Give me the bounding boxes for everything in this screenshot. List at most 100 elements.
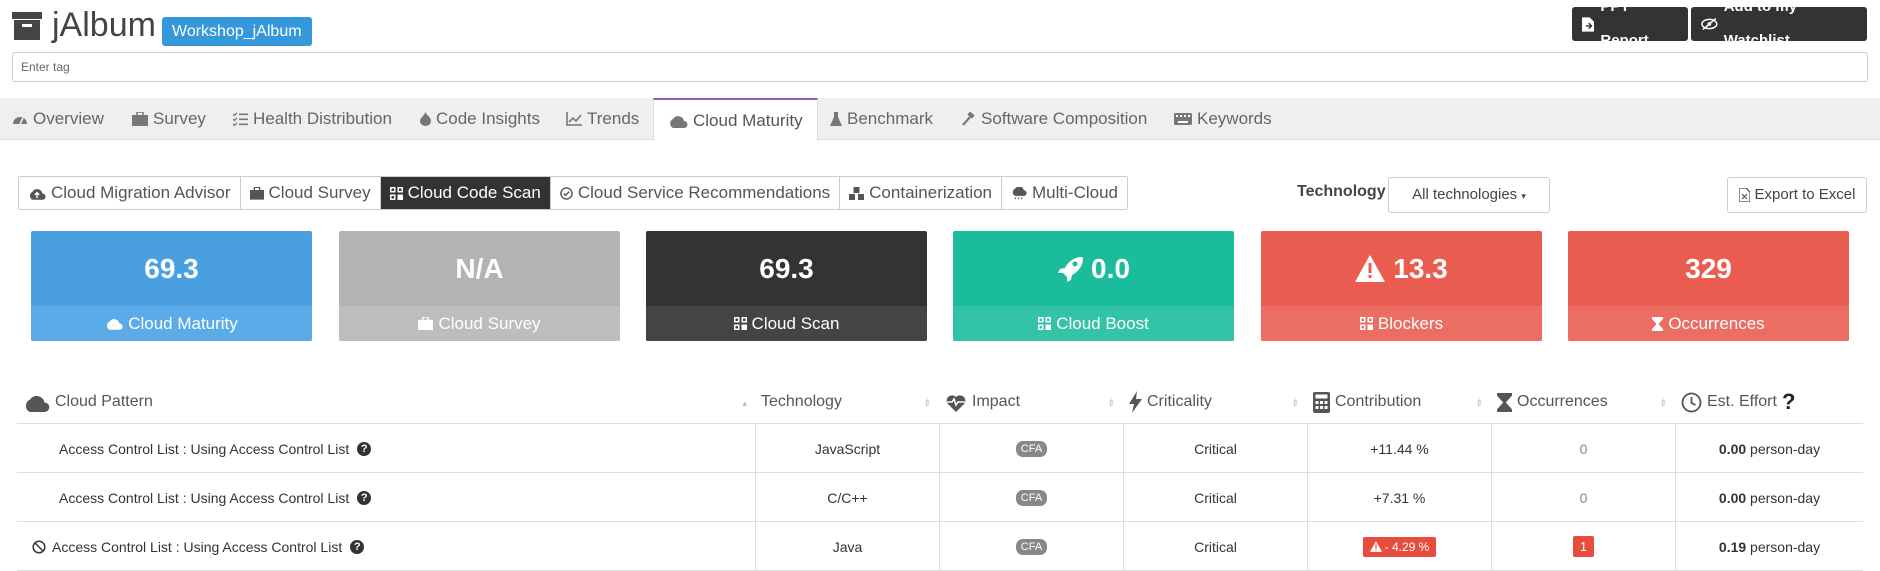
tab-overview[interactable]: Overview [12, 98, 104, 140]
question-icon[interactable]: ? [1782, 389, 1795, 415]
cell-effort: 0.19 person-day [1675, 522, 1863, 571]
tab-software-composition[interactable]: Software Composition [962, 98, 1147, 140]
cell-contribution: - 4.29 % [1307, 522, 1491, 571]
tab-keywords[interactable]: Keywords [1174, 98, 1272, 140]
kpi-cloud-boost: 0.0 Cloud Boost [953, 231, 1234, 341]
watchlist-label: Add to my Watchlist [1723, 0, 1798, 49]
qrcode-icon [733, 317, 747, 330]
tab-health-distribution[interactable]: Health Distribution [233, 98, 392, 140]
kpi-cloud-scan: 69.3 Cloud Scan [646, 231, 927, 341]
tab-label: Trends [587, 109, 640, 128]
contribution-value: - 4.29 % [1384, 539, 1430, 554]
main-tabs: Overview Survey Health Distribution Code… [0, 98, 1880, 141]
export-excel-label: Export to Excel [1754, 186, 1856, 203]
ppt-report-label: PPT Report [1600, 0, 1649, 49]
col-impact[interactable]: Impact ⇕ [939, 380, 1123, 424]
col-occurrences[interactable]: Occurrences ⇕ [1491, 380, 1675, 424]
cloud-pattern-table: Cloud Pattern ▴ Technology ⇕ Impact ⇕ Cr… [17, 380, 1863, 571]
export-excel-button[interactable]: Export to Excel [1727, 177, 1867, 213]
eye-slash-icon [1701, 17, 1718, 31]
help-icon[interactable]: ? [350, 539, 365, 554]
help-icon[interactable]: ? [357, 441, 372, 456]
effort-value: 0.19 [1718, 538, 1747, 555]
sort-icon: ⇕ [923, 398, 931, 408]
ban-icon [32, 539, 46, 554]
impact-badge: CFA [1015, 440, 1048, 457]
help-icon[interactable]: ? [357, 490, 372, 505]
table-row[interactable]: Access Control List : Using Access Contr… [17, 522, 1863, 571]
kpi-value: 13.3 [1393, 252, 1448, 284]
cell-contribution: +11.44 % [1307, 424, 1491, 473]
cell-impact: CFA [939, 522, 1123, 571]
subtab-cloud-code-scan[interactable]: Cloud Code Scan [380, 177, 551, 209]
cloud-subtabs: Cloud Migration Advisor Cloud Survey Clo… [18, 176, 1128, 210]
subtab-label: Cloud Service Recommendations [577, 183, 831, 202]
technology-label: Technology : [1297, 183, 1396, 200]
cloud-icon [107, 319, 123, 330]
cell-effort: 0.00 person-day [1675, 424, 1863, 473]
subtab-multi-cloud[interactable]: Multi-Cloud [1002, 177, 1127, 209]
tab-benchmark[interactable]: Benchmark [830, 98, 933, 140]
hourglass-icon [1497, 392, 1512, 412]
hammer-icon [962, 112, 975, 126]
subtab-containerization[interactable]: Containerization [840, 177, 1003, 209]
qrcode-icon [1038, 317, 1052, 330]
tab-survey[interactable]: Survey [132, 98, 206, 140]
effort-unit: person-day [1750, 489, 1821, 506]
project-badge[interactable]: Workshop_jAlbum [162, 17, 312, 46]
effort-unit: person-day [1750, 538, 1821, 555]
column-label: Occurrences [1517, 393, 1608, 410]
list-check-icon [233, 112, 248, 126]
tab-label: Code Insights [436, 109, 540, 128]
subtab-label: Cloud Survey [268, 183, 371, 202]
kpi-label: Occurrences [1668, 313, 1765, 333]
sort-icon: ⇕ [1291, 398, 1299, 408]
app-title: jAlbum [52, 6, 156, 44]
tag-input[interactable] [12, 52, 1868, 82]
table-row[interactable]: Access Control List : Using Access Contr… [17, 473, 1863, 522]
column-label: Est. Effort [1707, 393, 1777, 410]
col-contribution[interactable]: Contribution ⇕ [1307, 380, 1491, 424]
watchlist-button[interactable]: Add to my Watchlist [1691, 0, 1867, 49]
col-criticality[interactable]: Criticality ⇕ [1123, 380, 1307, 424]
cell-criticality: Critical [1123, 522, 1307, 571]
cell-contribution: +7.31 % [1307, 473, 1491, 522]
table-row[interactable]: Access Control List : Using Access Contr… [17, 424, 1863, 473]
subtab-label: Cloud Code Scan [407, 183, 541, 202]
pattern-label: Access Control List : Using Access Contr… [52, 538, 343, 555]
kpi-label: Blockers [1377, 313, 1444, 333]
warning-icon [1355, 255, 1386, 282]
calculator-icon [1313, 391, 1330, 413]
technology-select[interactable]: All technologies ▾ [1388, 177, 1550, 213]
col-technology[interactable]: Technology ⇕ [755, 380, 939, 424]
cell-impact: CFA [939, 473, 1123, 522]
clock-icon [1681, 392, 1702, 412]
kpi-occurrences: 329 Occurrences [1568, 231, 1849, 341]
dashboard-icon [13, 117, 27, 125]
tab-code-insights[interactable]: Code Insights [420, 98, 540, 140]
kpi-label: Cloud Survey [438, 313, 541, 333]
qrcode-icon [1359, 317, 1373, 330]
kpi-value: 0.0 [1091, 252, 1130, 284]
cloud-icon [25, 395, 50, 412]
cell-technology: Java [755, 522, 939, 571]
subtab-cloud-migration-advisor[interactable]: Cloud Migration Advisor [19, 177, 241, 209]
tab-trends[interactable]: Trends [566, 98, 639, 140]
kpi-value: 329 [1685, 252, 1732, 284]
flask-icon [830, 112, 842, 126]
col-cloud-pattern[interactable]: Cloud Pattern ▴ [17, 380, 755, 424]
technology-select-value: All technologies [1412, 186, 1518, 203]
occurrence-badge[interactable]: 1 [1572, 536, 1595, 557]
column-label: Criticality [1147, 393, 1212, 410]
subtab-label: Multi-Cloud [1032, 183, 1118, 202]
cloud-upload-icon [29, 188, 46, 200]
column-label: Technology [761, 393, 842, 410]
briefcase-icon [132, 112, 148, 126]
ppt-report-button[interactable]: PPT Report [1572, 0, 1688, 49]
subtab-cloud-survey[interactable]: Cloud Survey [240, 177, 381, 209]
check-circle-icon [560, 186, 573, 200]
col-est-effort[interactable]: Est. Effort ? [1675, 380, 1863, 424]
subtab-cloud-service-recommendations[interactable]: Cloud Service Recommendations [550, 177, 841, 209]
kpi-cloud-maturity: 69.3 Cloud Maturity [31, 231, 312, 341]
tab-cloud-maturity[interactable]: Cloud Maturity [653, 98, 818, 141]
